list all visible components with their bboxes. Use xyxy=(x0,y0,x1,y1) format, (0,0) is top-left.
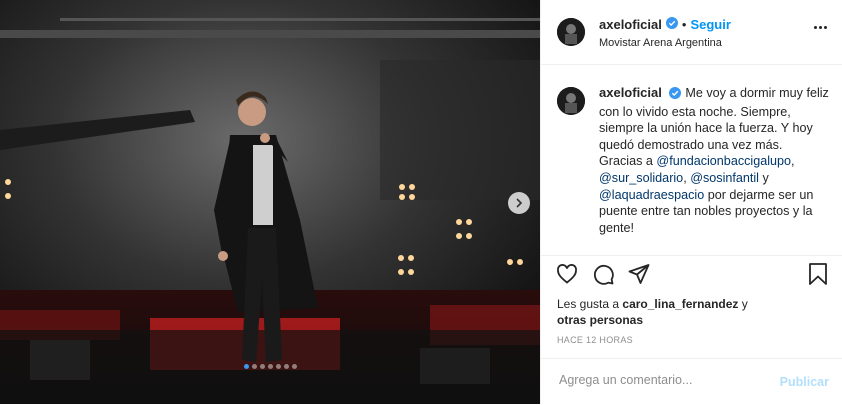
chevron-right-icon xyxy=(516,198,523,208)
post-side-panel: axeloficial • Seguir Movistar Arena Arge… xyxy=(540,0,842,404)
bookmark-icon[interactable] xyxy=(807,262,829,291)
more-options-icon[interactable] xyxy=(814,26,827,29)
post-header: axeloficial • Seguir Movistar Arena Arge… xyxy=(541,0,842,65)
avatar-image xyxy=(557,87,585,115)
carousel-indicator xyxy=(0,364,540,369)
caption-text: axeloficial Me voy a dormir muy feliz co… xyxy=(599,85,829,236)
caption-username[interactable]: axeloficial xyxy=(599,85,662,100)
avatar[interactable] xyxy=(557,18,585,46)
comment-input[interactable] xyxy=(557,372,771,388)
mention-link[interactable]: @sosinfantil xyxy=(690,171,759,185)
carousel-next-button[interactable] xyxy=(508,192,530,214)
likes-mid: y xyxy=(738,297,748,311)
carousel-dot xyxy=(259,364,265,369)
carousel-dot xyxy=(283,364,289,369)
likes-summary: Les gusta a caro_lina_fernandez y otras … xyxy=(557,296,827,328)
comment-box: Publicar xyxy=(541,358,842,405)
avatar[interactable] xyxy=(557,87,585,115)
comment-icon[interactable] xyxy=(591,262,615,291)
mention-link[interactable]: @laquadraespacio xyxy=(599,188,704,202)
caption-section: axeloficial Me voy a dormir muy feliz co… xyxy=(541,65,842,256)
timestamp[interactable]: HACE 12 HORAS xyxy=(557,335,633,345)
carousel-dot xyxy=(251,364,257,369)
follow-button[interactable]: Seguir xyxy=(690,17,730,32)
verified-icon xyxy=(665,17,678,32)
liked-by-user-link[interactable]: caro_lina_fernandez xyxy=(622,297,738,311)
carousel-dot xyxy=(243,364,249,369)
carousel-dot xyxy=(275,364,281,369)
publish-button[interactable]: Publicar xyxy=(780,375,829,389)
caption-thanks: Gracias a xyxy=(599,154,657,169)
location-link[interactable]: Movistar Arena Argentina xyxy=(599,37,722,49)
username-link[interactable]: axeloficial xyxy=(599,17,662,32)
verified-icon xyxy=(669,87,682,104)
post-photo[interactable] xyxy=(0,0,540,404)
mention-link[interactable]: @sur_solidario xyxy=(599,171,683,185)
carousel-dot xyxy=(267,364,273,369)
instagram-post: axeloficial • Seguir Movistar Arena Arge… xyxy=(0,0,842,404)
action-bar xyxy=(541,262,842,292)
header-line: axeloficial • Seguir xyxy=(599,17,731,32)
separator-dot: • xyxy=(681,17,687,32)
caption-and: y xyxy=(758,170,769,185)
heart-icon[interactable] xyxy=(555,262,579,291)
carousel-dot xyxy=(291,364,297,369)
others-link[interactable]: otras personas xyxy=(557,313,643,327)
likes-prefix: Les gusta a xyxy=(557,297,623,311)
share-icon[interactable] xyxy=(627,262,651,291)
concert-photo-image xyxy=(0,0,540,404)
avatar-image xyxy=(557,18,585,46)
caption-comma: , xyxy=(791,154,795,169)
mention-link[interactable]: @fundacionbaccigalupo xyxy=(656,154,791,168)
